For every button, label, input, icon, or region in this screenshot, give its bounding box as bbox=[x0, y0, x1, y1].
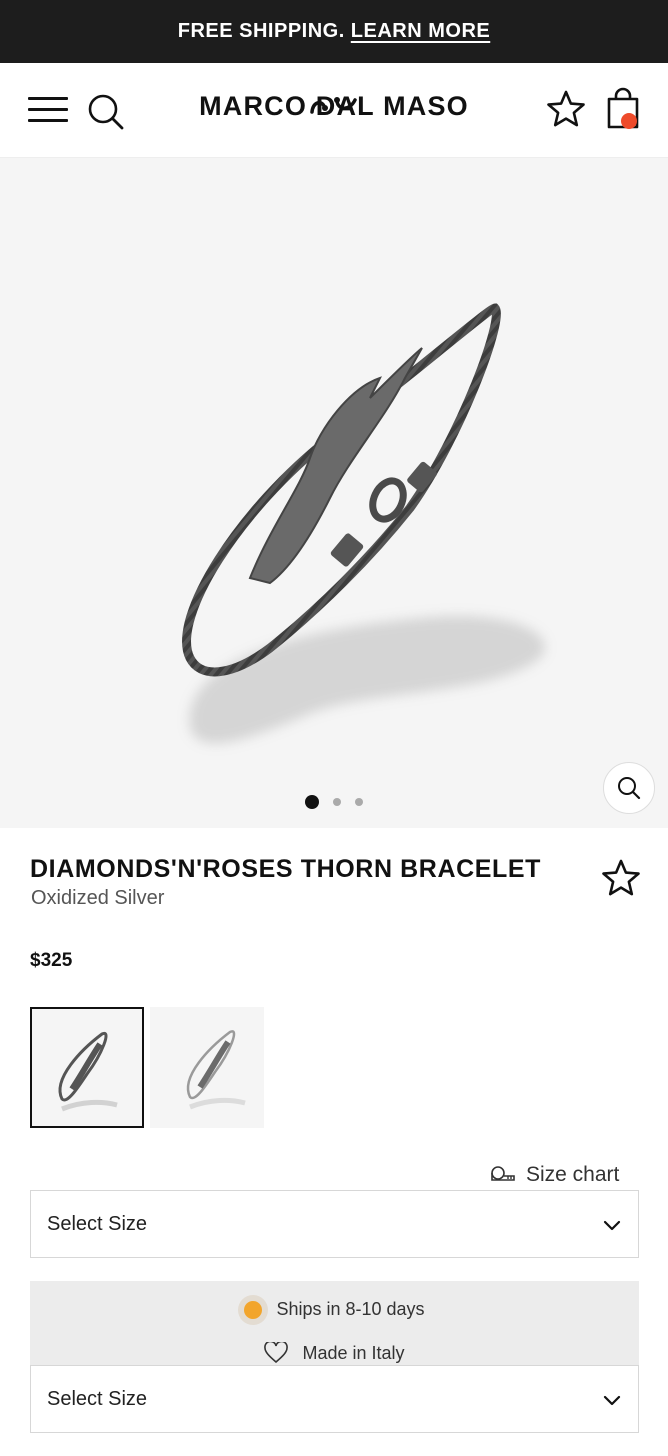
learn-more-link[interactable]: LEARN MORE bbox=[351, 20, 490, 43]
product-price: $325 bbox=[30, 950, 73, 971]
product-title: DIAMONDS'N'ROSES THORN BRACELET bbox=[30, 855, 542, 883]
variant-swatch-oxidized[interactable] bbox=[30, 1007, 144, 1128]
variant-swatch-silver[interactable] bbox=[150, 1007, 264, 1128]
logo-mark-icon bbox=[310, 97, 357, 114]
chevron-down-icon bbox=[603, 1395, 621, 1406]
size-select[interactable]: Select Size bbox=[30, 1190, 639, 1258]
zoom-icon bbox=[618, 777, 641, 800]
origin-text: Made in Italy bbox=[302, 1342, 405, 1363]
shipping-status-icon bbox=[244, 1300, 263, 1319]
announcement-text: FREE SHIPPING. bbox=[177, 20, 345, 42]
add-to-wishlist-icon[interactable] bbox=[601, 858, 641, 898]
shopping-bag-icon[interactable] bbox=[603, 87, 643, 131]
sticky-size-select-value: Select Size bbox=[47, 1387, 148, 1410]
product-material: Oxidized Silver bbox=[31, 887, 165, 909]
bracelet-image bbox=[182, 303, 545, 744]
origin-line: Made in Italy bbox=[30, 1342, 639, 1364]
gallery-dot-1[interactable] bbox=[305, 795, 319, 809]
size-chart-label: Size chart bbox=[526, 1163, 620, 1186]
ruler-icon bbox=[491, 1166, 515, 1181]
variant-thumbnail bbox=[58, 1031, 118, 1112]
shipping-text: Ships in 8-10 days bbox=[276, 1299, 425, 1319]
shipping-info-box: Ships in 8-10 days Made in Italy bbox=[30, 1281, 639, 1376]
announcement-bar: FREE SHIPPING. LEARN MORE bbox=[0, 0, 668, 63]
gallery-dot-3[interactable] bbox=[355, 798, 363, 806]
size-select-value: Select Size bbox=[47, 1212, 148, 1235]
heart-icon bbox=[264, 1342, 289, 1364]
cart-badge-icon bbox=[621, 113, 637, 129]
product-image-gallery[interactable] bbox=[0, 158, 668, 828]
zoom-button[interactable] bbox=[603, 762, 655, 814]
shipping-line: Ships in 8-10 days bbox=[30, 1299, 639, 1320]
wishlist-star-icon[interactable] bbox=[546, 89, 586, 129]
site-header: MARCO DAL MASO bbox=[0, 63, 668, 158]
variant-thumbnail bbox=[186, 1030, 246, 1110]
gallery-pagination bbox=[0, 795, 668, 809]
size-chart-link[interactable]: Size chart bbox=[490, 1160, 619, 1190]
chevron-down-icon bbox=[603, 1220, 621, 1231]
sticky-size-select[interactable]: Select Size bbox=[30, 1365, 639, 1433]
gallery-dot-2[interactable] bbox=[333, 798, 341, 806]
